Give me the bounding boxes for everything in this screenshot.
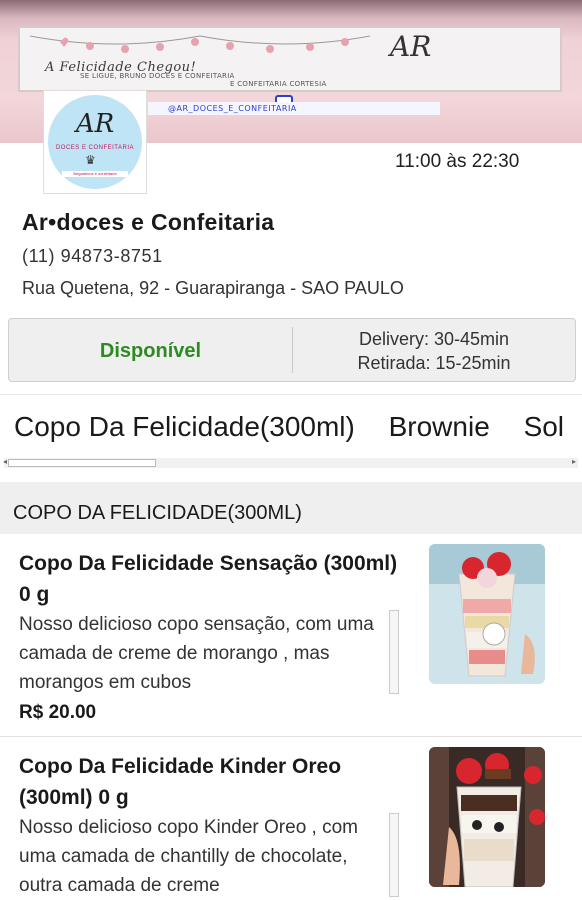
pickup-time: Retirada: 15-25min [357,353,511,373]
tabs-scrollbar-thumb[interactable] [8,459,156,467]
category-tabs-row: Copo Da Felicidade(300ml) Brownie Sol [14,411,582,443]
delivery-time: Delivery: 30-45min [358,329,510,349]
store-logo-subtitle: DOCES E CONFEITARIA [55,145,135,151]
section-title: COPO DA FELICIDADE(300ML) [0,482,582,534]
tab-sol[interactable]: Sol [524,411,564,443]
banner-line-2: E CONFEITARIA CORTESIA [230,80,327,88]
scroll-left-arrow-icon[interactable]: ◂ [3,457,7,466]
tab-copo-da-felicidade[interactable]: Copo Da Felicidade(300ml) [14,411,355,443]
garland-hearts-icon [30,35,370,53]
store-logo-text: AR [75,109,115,139]
description-scrollbar[interactable] [389,813,399,897]
scroll-right-arrow-icon[interactable]: ▸ [572,457,576,466]
product-card[interactable]: Copo Da Felicidade Sensação (300ml) 0 g … [0,534,582,736]
product-description: Nosso delicioso copo sensação, com uma c… [19,614,374,693]
banner-logo: AR [390,30,432,63]
product-image-strawberry-cup[interactable] [429,544,545,684]
product-title[interactable]: Copo Da Felicidade Sensação (300ml) 0 g [19,548,404,610]
product-image-kinder-oreo-cup[interactable] [429,747,545,887]
store-phone[interactable]: (11) 94873-8751 [22,246,163,267]
delivery-times: Delivery: 30-45min Retirada: 15-25min [293,327,575,375]
store-logo: AR DOCES E CONFEITARIA ♛ Brigadeiros e c… [43,90,147,194]
store-status-panel: Disponível Delivery: 30-45min Retirada: … [8,318,576,382]
store-logo-tag: Brigadeiros e confeitaria [62,171,128,177]
store-logo-circle: AR DOCES E CONFEITARIA ♛ Brigadeiros e c… [48,95,142,189]
product-description: Nosso delicioso copo Kinder Oreo , com u… [19,817,358,896]
product-card[interactable]: Copo Da Felicidade Kinder Oreo (300ml) 0… [0,737,582,900]
product-price: R$ 20.00 [19,702,97,723]
banner-instagram-handle: @AR_DOCES_E_CONFEITARIA [148,102,440,115]
availability-status: Disponível [99,340,202,362]
store-name: Ar•doces e Confeitaria [22,209,275,235]
description-scrollbar[interactable] [389,610,399,694]
banner-line-1: SE LIGUE, BRUNO DOCES E CONFEITARIA [80,72,235,80]
product-title[interactable]: Copo Da Felicidade Kinder Oreo (300ml) 0… [19,751,404,813]
tab-brownie[interactable]: Brownie [389,411,490,443]
store-address: Rua Quetena, 92 - Guarapiranga - SAO PAU… [22,278,404,298]
crown-icon: ♛ [85,153,96,167]
opening-hours: 11:00 às 22:30 [395,151,520,172]
